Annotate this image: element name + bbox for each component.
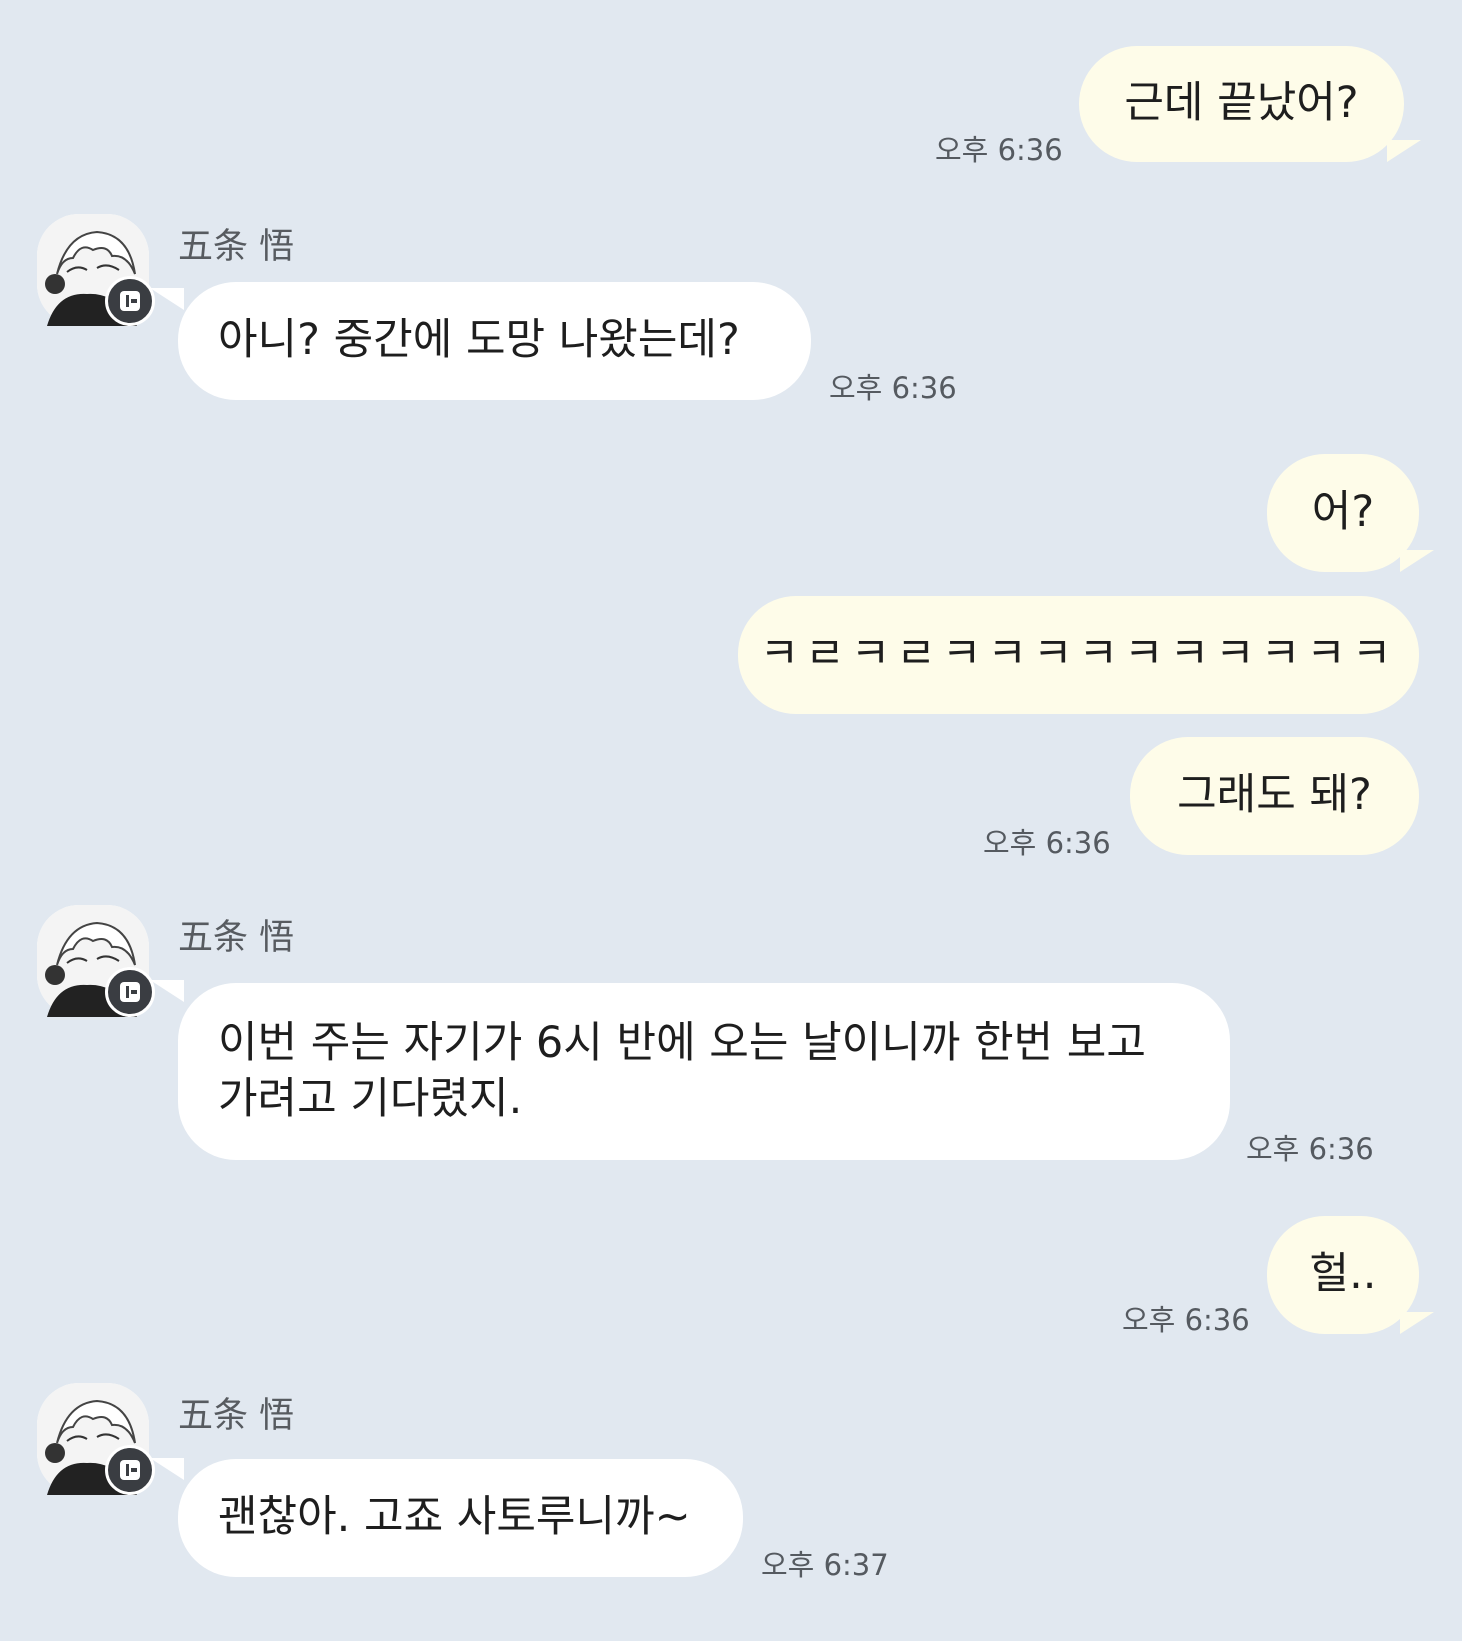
message-bubble-theirs[interactable]: 이번 주는 자기가 6시 반에 오는 날이니까 한번 보고 가려고 기다렸지. xyxy=(178,983,1230,1160)
message-text-line: 이번 주는 자기가 6시 반에 오는 날이니까 한번 보고 xyxy=(218,1017,1146,1068)
message-bubble-mine[interactable]: 헐.. xyxy=(1267,1216,1419,1334)
message-text: 헐.. xyxy=(1309,1249,1377,1300)
message-bubble-mine[interactable]: 어? xyxy=(1267,454,1419,572)
message-bubble-mine[interactable]: 근데 끝났어? xyxy=(1079,46,1404,162)
message-time: 오후 6:37 xyxy=(761,1548,889,1582)
contact-name: 五条 悟 xyxy=(178,1396,295,1436)
bubble-tail xyxy=(150,980,184,1002)
avatar-icon[interactable] xyxy=(37,905,155,1017)
message-time: 오후 6:36 xyxy=(1246,1132,1374,1166)
avatar-icon[interactable] xyxy=(37,1383,155,1495)
message-time: 오후 6:36 xyxy=(1122,1303,1250,1337)
bubble-tail xyxy=(150,288,184,310)
message-time: 오후 6:36 xyxy=(829,371,957,405)
contact-name: 五条 悟 xyxy=(178,227,295,267)
message-text: 근데 끝났어? xyxy=(1124,78,1359,129)
message-time: 오후 6:36 xyxy=(935,133,1063,167)
message-bubble-mine[interactable]: 그래도 돼? xyxy=(1130,737,1419,855)
message-text: 아니? 중간에 도망 나왔는데? xyxy=(218,315,740,366)
bubble-tail xyxy=(1387,140,1421,162)
camera-badge-icon xyxy=(105,276,155,326)
camera-badge-icon xyxy=(105,1445,155,1495)
message-text: 어? xyxy=(1311,487,1375,538)
contact-name: 五条 悟 xyxy=(178,918,295,958)
message-time: 오후 6:36 xyxy=(983,826,1111,860)
message-bubble-theirs[interactable]: 괜찮아. 고죠 사토루니까~ xyxy=(178,1459,743,1577)
camera-badge-icon xyxy=(105,967,155,1017)
message-bubble-theirs[interactable]: 아니? 중간에 도망 나왔는데? xyxy=(178,282,811,400)
message-text: 괜찮아. 고죠 사토루니까~ xyxy=(218,1492,691,1543)
bubble-tail xyxy=(1400,1312,1434,1334)
message-text: ㅋㄹㅋㄹㅋㅋㅋㅋㅋㅋㅋㅋㅋㅋ xyxy=(759,629,1398,680)
bubble-tail xyxy=(150,1458,184,1480)
message-text-line: 가려고 기다렸지. xyxy=(218,1073,523,1124)
message-text: 그래도 돼? xyxy=(1177,770,1372,821)
message-bubble-mine[interactable]: ㅋㄹㅋㄹㅋㅋㅋㅋㅋㅋㅋㅋㅋㅋ xyxy=(738,596,1419,714)
avatar-icon[interactable] xyxy=(37,214,155,326)
bubble-tail xyxy=(1400,550,1434,572)
